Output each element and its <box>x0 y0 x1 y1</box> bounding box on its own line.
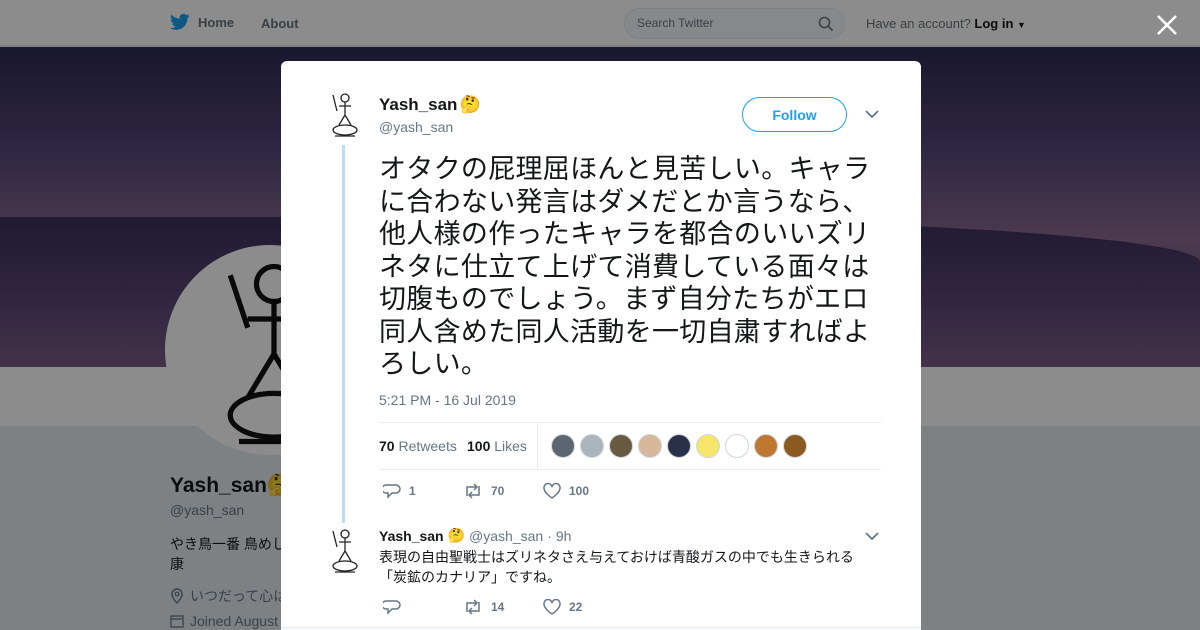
heart-icon <box>543 599 561 615</box>
liker-avatars <box>551 434 807 458</box>
reply-header: Yash_san 🤔 @yash_san · 9h <box>379 527 571 544</box>
tweet-text: オタクの屁理屈ほんと見苦しい。キャラに合わない発言はダメだとか言うなら、他人様の… <box>379 154 871 379</box>
liker-avatar[interactable] <box>667 434 691 458</box>
chevron-down-icon[interactable] <box>865 531 879 541</box>
retweet-icon <box>466 599 480 615</box>
retweet-button[interactable]: 70 <box>463 483 543 499</box>
likes-stat[interactable]: 100 Likes <box>467 438 527 454</box>
reply-count: 1 <box>409 484 416 498</box>
retweets-count: 70 <box>379 438 395 454</box>
tweet-stats: 70 Retweets 100 Likes <box>379 422 881 470</box>
chevron-down-icon[interactable] <box>865 109 879 119</box>
retweets-stat[interactable]: 70 Retweets <box>379 438 457 454</box>
liker-avatar[interactable] <box>609 434 633 458</box>
liker-avatar[interactable] <box>783 434 807 458</box>
heart-icon <box>543 483 561 499</box>
tweet-author-name[interactable]: Yash_san 🤔 <box>379 95 481 115</box>
follow-button[interactable]: Follow <box>742 97 847 132</box>
tweet-actions: 1 70 100 <box>383 483 623 499</box>
reply-author-name[interactable]: Yash_san <box>379 528 444 544</box>
liker-avatar[interactable] <box>638 434 662 458</box>
retweets-label: Retweets <box>398 438 457 454</box>
like-button[interactable]: 22 <box>543 599 623 615</box>
reply-time[interactable]: 9h <box>556 528 572 544</box>
reply-button[interactable] <box>383 599 463 615</box>
likes-label: Likes <box>494 438 527 454</box>
retweet-count: 14 <box>491 600 505 614</box>
tweet-timestamp[interactable]: 5:21 PM - 16 Jul 2019 <box>379 392 516 408</box>
stats-divider <box>537 423 538 469</box>
tweet-author-handle[interactable]: @yash_san <box>379 119 453 135</box>
reply-dot: · <box>547 527 552 544</box>
retweet-count: 70 <box>491 484 505 498</box>
reply-icon <box>383 600 401 615</box>
like-count: 22 <box>569 600 583 614</box>
reply-icon <box>383 484 401 499</box>
liker-avatar[interactable] <box>551 434 575 458</box>
liker-avatar[interactable] <box>580 434 604 458</box>
thread-line <box>342 145 345 523</box>
tweet-author-name-text: Yash_san <box>379 95 458 114</box>
like-count: 100 <box>569 484 590 498</box>
reply-actions: 14 22 <box>383 599 623 615</box>
thinking-face-icon: 🤔 <box>447 527 466 543</box>
retweet-button[interactable]: 14 <box>463 599 543 615</box>
liker-avatar[interactable] <box>754 434 778 458</box>
reply-author-avatar[interactable] <box>323 527 363 575</box>
likes-count: 100 <box>467 438 491 454</box>
reply-button[interactable]: 1 <box>383 483 463 499</box>
liker-avatar[interactable] <box>696 434 720 458</box>
tweet-modal: Yash_san 🤔 @yash_san Follow オタクの屁理屈ほんと見苦し… <box>281 61 921 630</box>
tweet-author-avatar[interactable] <box>323 91 363 139</box>
close-icon[interactable] <box>1154 12 1180 38</box>
like-button[interactable]: 100 <box>543 483 623 499</box>
thinking-face-icon: 🤔 <box>459 95 481 114</box>
reply-text: 表現の自由聖戦士はズリネタさえ与えておけば青酸ガスの中でも生きられる「炭鉱のカナ… <box>379 549 854 585</box>
liker-avatar[interactable] <box>725 434 749 458</box>
retweet-icon <box>466 483 480 499</box>
reply-author-handle[interactable]: @yash_san <box>469 528 543 544</box>
